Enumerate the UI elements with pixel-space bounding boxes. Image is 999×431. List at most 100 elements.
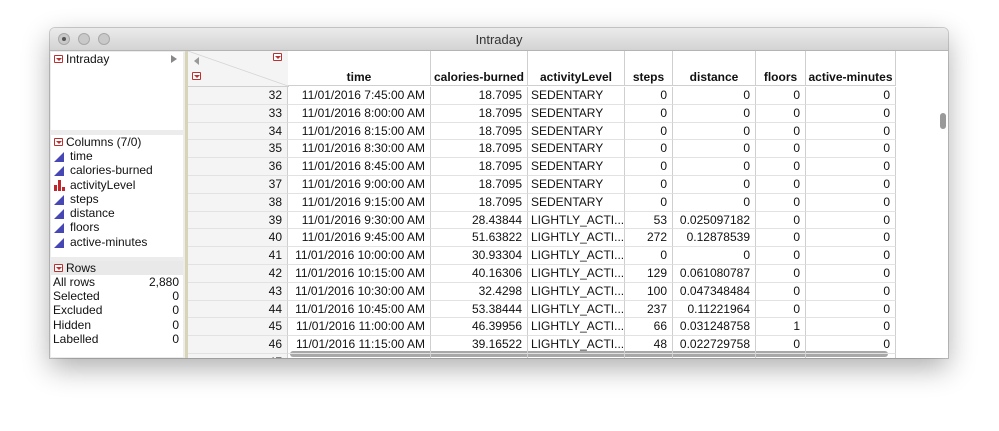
row-number[interactable]: 32 bbox=[188, 87, 288, 105]
cell-calories-burned[interactable]: 18.7095 bbox=[431, 158, 528, 176]
table-row[interactable]: 43 11/01/2016 10:30:00 AM 32.4298 LIGHTLY_A… bbox=[188, 282, 896, 301]
table-row[interactable]: 45 11/01/2016 11:00:00 AM 46.39956 LIGHTLY_… bbox=[188, 318, 896, 337]
rows-summary-item[interactable]: Hidden 0 bbox=[51, 318, 183, 332]
row-number[interactable]: 38 bbox=[188, 193, 288, 212]
cell-activityLevel[interactable]: SEDENTARY bbox=[528, 158, 625, 176]
cell-activityLevel[interactable]: LIGHTLY_ACTI... bbox=[528, 229, 625, 248]
cell-active-minutes[interactable]: 0 bbox=[806, 87, 896, 105]
cell-time[interactable]: 11/01/2016 8:30:00 AM bbox=[288, 140, 431, 159]
table-panel-header[interactable]: Intraday bbox=[51, 52, 183, 66]
column-item-activityLevel[interactable]: activityLevel bbox=[51, 178, 183, 192]
column-header-time[interactable]: time bbox=[288, 51, 431, 86]
row-number[interactable]: 37 bbox=[188, 176, 288, 194]
row-number[interactable]: 35 bbox=[188, 140, 288, 159]
column-header-calories-burned[interactable]: calories-burned bbox=[431, 51, 528, 86]
cell-activityLevel[interactable]: LIGHTLY_ACTI... bbox=[528, 247, 625, 265]
cell-steps[interactable]: 0 bbox=[625, 104, 673, 123]
cell-floors[interactable]: 0 bbox=[756, 229, 806, 248]
cell-floors[interactable]: 0 bbox=[756, 140, 806, 159]
rows-summary-item[interactable]: Selected 0 bbox=[51, 289, 183, 303]
cell-calories-burned[interactable]: 28.43844 bbox=[431, 211, 528, 230]
cell-time[interactable]: 11/01/2016 10:00:00 AM bbox=[288, 247, 431, 265]
red-triangle-menu-icon[interactable] bbox=[273, 53, 282, 61]
cell-activityLevel[interactable]: SEDENTARY bbox=[528, 104, 625, 123]
cell-floors[interactable]: 0 bbox=[756, 193, 806, 212]
cell-floors[interactable]: 0 bbox=[756, 158, 806, 176]
cell-floors[interactable]: 0 bbox=[756, 87, 806, 105]
cell-distance[interactable]: 0 bbox=[673, 104, 756, 123]
row-number[interactable]: 46 bbox=[188, 336, 288, 354]
table-row[interactable]: 46 11/01/2016 11:15:00 AM 39.16522 LIGHTLY_… bbox=[188, 336, 896, 354]
cell-time[interactable]: 11/01/2016 8:00:00 AM bbox=[288, 104, 431, 123]
table-row[interactable]: 44 11/01/2016 10:45:00 AM 53.38444 LIGHTLY_… bbox=[188, 300, 896, 319]
cell-steps[interactable] bbox=[625, 354, 673, 358]
row-number[interactable]: 34 bbox=[188, 122, 288, 141]
cell-steps[interactable]: 0 bbox=[625, 193, 673, 212]
cell-activityLevel[interactable]: SEDENTARY bbox=[528, 176, 625, 194]
cell-active-minutes[interactable]: 0 bbox=[806, 140, 896, 159]
column-header-activityLevel[interactable]: activityLevel bbox=[528, 51, 625, 86]
cell-distance[interactable]: 0 bbox=[673, 193, 756, 212]
cell-active-minutes[interactable]: 0 bbox=[806, 122, 896, 141]
cell-distance[interactable]: 0.031248758 bbox=[673, 318, 756, 337]
cell-activityLevel[interactable]: LIGHTLY_ACTI... bbox=[528, 318, 625, 337]
column-item-steps[interactable]: steps bbox=[51, 192, 183, 206]
cell-floors[interactable]: 0 bbox=[756, 176, 806, 194]
script-play-icon[interactable] bbox=[171, 55, 177, 63]
cell-calories-burned[interactable]: 39.16522 bbox=[431, 336, 528, 354]
cell-time[interactable]: 11/01/2016 10:45:00 AM bbox=[288, 300, 431, 319]
cell-activityLevel[interactable]: LIGHTLY_ACTI... bbox=[528, 211, 625, 230]
cell-time[interactable]: 11/01/2016 9:45:00 AM bbox=[288, 229, 431, 248]
column-header-active-minutes[interactable]: active-minutes bbox=[806, 51, 896, 86]
cell-floors[interactable]: 0 bbox=[756, 282, 806, 301]
cell-time[interactable]: 11/01/2016 9:15:00 AM bbox=[288, 193, 431, 212]
table-row[interactable]: 32 11/01/2016 7:45:00 AM 18.7095 SEDENTARY 0… bbox=[188, 87, 896, 105]
cell-activityLevel[interactable]: SEDENTARY bbox=[528, 140, 625, 159]
cell-active-minutes[interactable]: 0 bbox=[806, 158, 896, 176]
cell-calories-burned[interactable]: 18.7095 bbox=[431, 87, 528, 105]
cell-calories-burned[interactable]: 18.7095 bbox=[431, 104, 528, 123]
row-number[interactable]: 47 bbox=[188, 354, 288, 358]
cell-calories-burned[interactable]: 18.7095 bbox=[431, 176, 528, 194]
table-row[interactable]: 40 11/01/2016 9:45:00 AM 51.63822 LIGHTLY_A… bbox=[188, 229, 896, 248]
cell-distance[interactable]: 0.025097182 bbox=[673, 211, 756, 230]
vertical-scrollbar[interactable] bbox=[940, 113, 946, 129]
cell-distance[interactable]: 0 bbox=[673, 176, 756, 194]
cell-distance[interactable]: 0 bbox=[673, 247, 756, 265]
row-number[interactable]: 40 bbox=[188, 229, 288, 248]
cell-activityLevel[interactable]: LIGHTLY_ACTI... bbox=[528, 336, 625, 354]
columns-panel-header[interactable]: Columns (7/0) bbox=[51, 135, 183, 149]
rows-summary-item[interactable]: All rows 2,880 bbox=[51, 275, 183, 289]
cell-time[interactable]: 11/01/2016 11:00:00 AM bbox=[288, 318, 431, 337]
row-number[interactable]: 43 bbox=[188, 282, 288, 301]
column-header-distance[interactable]: distance bbox=[673, 51, 756, 86]
cell-time[interactable]: 11/01/2016 10:15:00 AM bbox=[288, 265, 431, 283]
cell-steps[interactable]: 129 bbox=[625, 265, 673, 283]
cell-steps[interactable]: 237 bbox=[625, 300, 673, 319]
cell-active-minutes[interactable]: 0 bbox=[806, 193, 896, 212]
cell-active-minutes[interactable]: 0 bbox=[806, 176, 896, 194]
cell-steps[interactable]: 272 bbox=[625, 229, 673, 248]
red-triangle-menu-icon[interactable] bbox=[54, 55, 63, 63]
cell-activityLevel[interactable]: LIGHTLY_ACTI... bbox=[528, 300, 625, 319]
cell-steps[interactable]: 0 bbox=[625, 122, 673, 141]
cell-distance[interactable]: 0.12878539 bbox=[673, 229, 756, 248]
cell-activityLevel[interactable]: LIGHTLY_ACTI... bbox=[528, 282, 625, 301]
cell-activityLevel[interactable]: SEDENTARY bbox=[528, 122, 625, 141]
cell-distance[interactable]: 0 bbox=[673, 87, 756, 105]
table-row[interactable]: 41 11/01/2016 10:00:00 AM 30.93304 LIGHTLY_… bbox=[188, 247, 896, 265]
cell-calories-burned[interactable]: 30.93304 bbox=[431, 247, 528, 265]
red-triangle-menu-icon[interactable] bbox=[54, 138, 63, 146]
cell-active-minutes[interactable]: 0 bbox=[806, 318, 896, 337]
row-number[interactable]: 33 bbox=[188, 104, 288, 123]
column-header-floors[interactable]: floors bbox=[756, 51, 806, 86]
cell-floors[interactable]: 0 bbox=[756, 300, 806, 319]
row-number[interactable]: 39 bbox=[188, 211, 288, 230]
cell-active-minutes[interactable] bbox=[806, 354, 896, 358]
row-number[interactable]: 36 bbox=[188, 158, 288, 176]
column-header-steps[interactable]: steps bbox=[625, 51, 673, 86]
cell-distance[interactable]: 0.047348484 bbox=[673, 282, 756, 301]
cell-active-minutes[interactable]: 0 bbox=[806, 282, 896, 301]
cell-steps[interactable]: 0 bbox=[625, 176, 673, 194]
cell-steps[interactable]: 0 bbox=[625, 87, 673, 105]
